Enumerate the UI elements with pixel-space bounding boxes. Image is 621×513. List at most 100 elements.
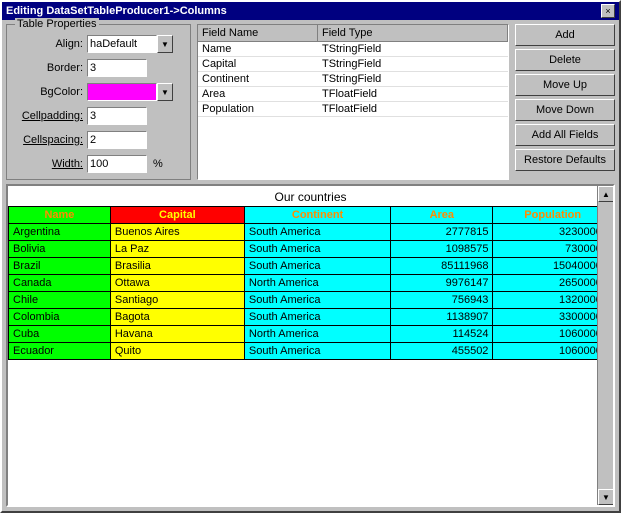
td-continent: North America: [244, 275, 390, 292]
data-table: Name Capital Continent Area Population A…: [8, 206, 613, 360]
bgcolor-row: BgColor: Fushsia ▼: [15, 83, 182, 101]
fields-section: Field Name Field Type Name TStringField …: [197, 24, 509, 180]
add-all-fields-button[interactable]: Add All Fields: [515, 124, 615, 146]
td-population: 150400000: [493, 258, 613, 275]
td-area: 2777815: [391, 224, 493, 241]
table-row: Chile Santiago South America 756943 1320…: [9, 292, 613, 309]
table-row: Cuba Havana North America 114524 1060000…: [9, 326, 613, 343]
td-population: 33000000: [493, 309, 613, 326]
field-type-cell: TStringField: [318, 57, 508, 71]
td-population: 10600000: [493, 326, 613, 343]
th-continent: Continent: [244, 207, 390, 224]
fields-row[interactable]: Name TStringField: [198, 42, 508, 57]
delete-button[interactable]: Delete: [515, 49, 615, 71]
table-body: Argentina Buenos Aires South America 277…: [9, 224, 613, 360]
align-display[interactable]: haDefault: [87, 35, 157, 53]
scroll-up-button[interactable]: ▲: [598, 186, 614, 202]
td-capital: Ottawa: [110, 275, 244, 292]
align-dropdown-arrow[interactable]: ▼: [157, 35, 173, 53]
td-name: Cuba: [9, 326, 111, 343]
group-label: Table Properties: [15, 18, 99, 30]
window-content: Table Properties Align: haDefault ▼ Bord…: [2, 20, 619, 511]
fields-row[interactable]: Capital TStringField: [198, 57, 508, 72]
th-name: Name: [9, 207, 111, 224]
field-name-cell: Capital: [198, 57, 318, 71]
move-up-button[interactable]: Move Up: [515, 74, 615, 96]
td-capital: Buenos Aires: [110, 224, 244, 241]
cellspacing-input[interactable]: [87, 131, 147, 149]
add-button[interactable]: Add: [515, 24, 615, 46]
restore-defaults-button[interactable]: Restore Defaults: [515, 149, 615, 171]
th-area: Area: [391, 207, 493, 224]
border-row: Border:: [15, 59, 182, 77]
td-area: 455502: [391, 343, 493, 360]
table-row: Colombia Bagota South America 1138907 33…: [9, 309, 613, 326]
td-area: 9976147: [391, 275, 493, 292]
td-name: Canada: [9, 275, 111, 292]
table-properties-group: Table Properties Align: haDefault ▼ Bord…: [6, 24, 191, 180]
fields-row[interactable]: Population TFloatField: [198, 102, 508, 117]
td-name: Argentina: [9, 224, 111, 241]
field-name-cell: Continent: [198, 72, 318, 86]
cellpadding-input[interactable]: [87, 107, 147, 125]
scroll-down-button[interactable]: ▼: [598, 489, 614, 505]
td-continent: South America: [244, 343, 390, 360]
outer-scrollbar: ▲ ▼: [597, 186, 613, 505]
top-section: Table Properties Align: haDefault ▼ Bord…: [6, 24, 615, 180]
th-population: Population: [493, 207, 613, 224]
preview-title: Our countries: [8, 186, 613, 206]
td-population: 32300003: [493, 224, 613, 241]
td-area: 114524: [391, 326, 493, 343]
bgcolor-dropdown-arrow[interactable]: ▼: [157, 83, 173, 101]
preview-section: Our countries Name Capital Continent Are…: [6, 184, 615, 507]
td-population: 26500000: [493, 275, 613, 292]
th-capital: Capital: [110, 207, 244, 224]
scroll-track: [598, 202, 613, 489]
field-name-cell: Name: [198, 42, 318, 56]
td-area: 85111968: [391, 258, 493, 275]
table-row: Bolivia La Paz South America 1098575 730…: [9, 241, 613, 258]
fields-body: Name TStringField Capital TStringField C…: [198, 42, 508, 117]
td-capital: Santiago: [110, 292, 244, 309]
table-row: Argentina Buenos Aires South America 277…: [9, 224, 613, 241]
table-header-row: Name Capital Continent Area Population: [9, 207, 613, 224]
field-type-cell: TStringField: [318, 72, 508, 86]
bgcolor-select-wrapper: Fushsia ▼: [87, 83, 173, 101]
td-capital: Havana: [110, 326, 244, 343]
border-label: Border:: [15, 62, 83, 74]
fields-row[interactable]: Area TFloatField: [198, 87, 508, 102]
field-name-cell: Area: [198, 87, 318, 101]
fields-row[interactable]: Continent TStringField: [198, 72, 508, 87]
cellpadding-label: Cellpadding:: [15, 110, 83, 122]
td-area: 756943: [391, 292, 493, 309]
cellspacing-label: Cellspacing:: [15, 134, 83, 146]
td-continent: South America: [244, 292, 390, 309]
table-row: Canada Ottawa North America 9976147 2650…: [9, 275, 613, 292]
bgcolor-display[interactable]: Fushsia: [87, 83, 157, 101]
td-continent: South America: [244, 309, 390, 326]
td-continent: South America: [244, 224, 390, 241]
td-area: 1098575: [391, 241, 493, 258]
td-name: Chile: [9, 292, 111, 309]
move-down-button[interactable]: Move Down: [515, 99, 615, 121]
width-input[interactable]: [87, 155, 147, 173]
td-capital: Quito: [110, 343, 244, 360]
td-continent: South America: [244, 241, 390, 258]
align-select-wrapper: haDefault ▼: [87, 35, 173, 53]
td-name: Brazil: [9, 258, 111, 275]
window-title: Editing DataSetTableProducer1->Columns: [6, 5, 227, 17]
cellpadding-row: Cellpadding:: [15, 107, 182, 125]
table-row: Ecuador Quito South America 455502 10600…: [9, 343, 613, 360]
preview-table-container: Our countries Name Capital Continent Are…: [8, 186, 613, 360]
field-name-cell: Population: [198, 102, 318, 116]
width-label: Width:: [15, 158, 83, 170]
table-row: Brazil Brasilia South America 85111968 1…: [9, 258, 613, 275]
preview-scroll[interactable]: Our countries Name Capital Continent Are…: [8, 186, 613, 505]
close-button[interactable]: ×: [601, 4, 615, 18]
cellspacing-row: Cellspacing:: [15, 131, 182, 149]
border-input[interactable]: [87, 59, 147, 77]
bgcolor-label: BgColor:: [15, 86, 83, 98]
field-name-header: Field Name: [198, 25, 318, 41]
field-type-cell: TFloatField: [318, 102, 508, 116]
td-continent: North America: [244, 326, 390, 343]
